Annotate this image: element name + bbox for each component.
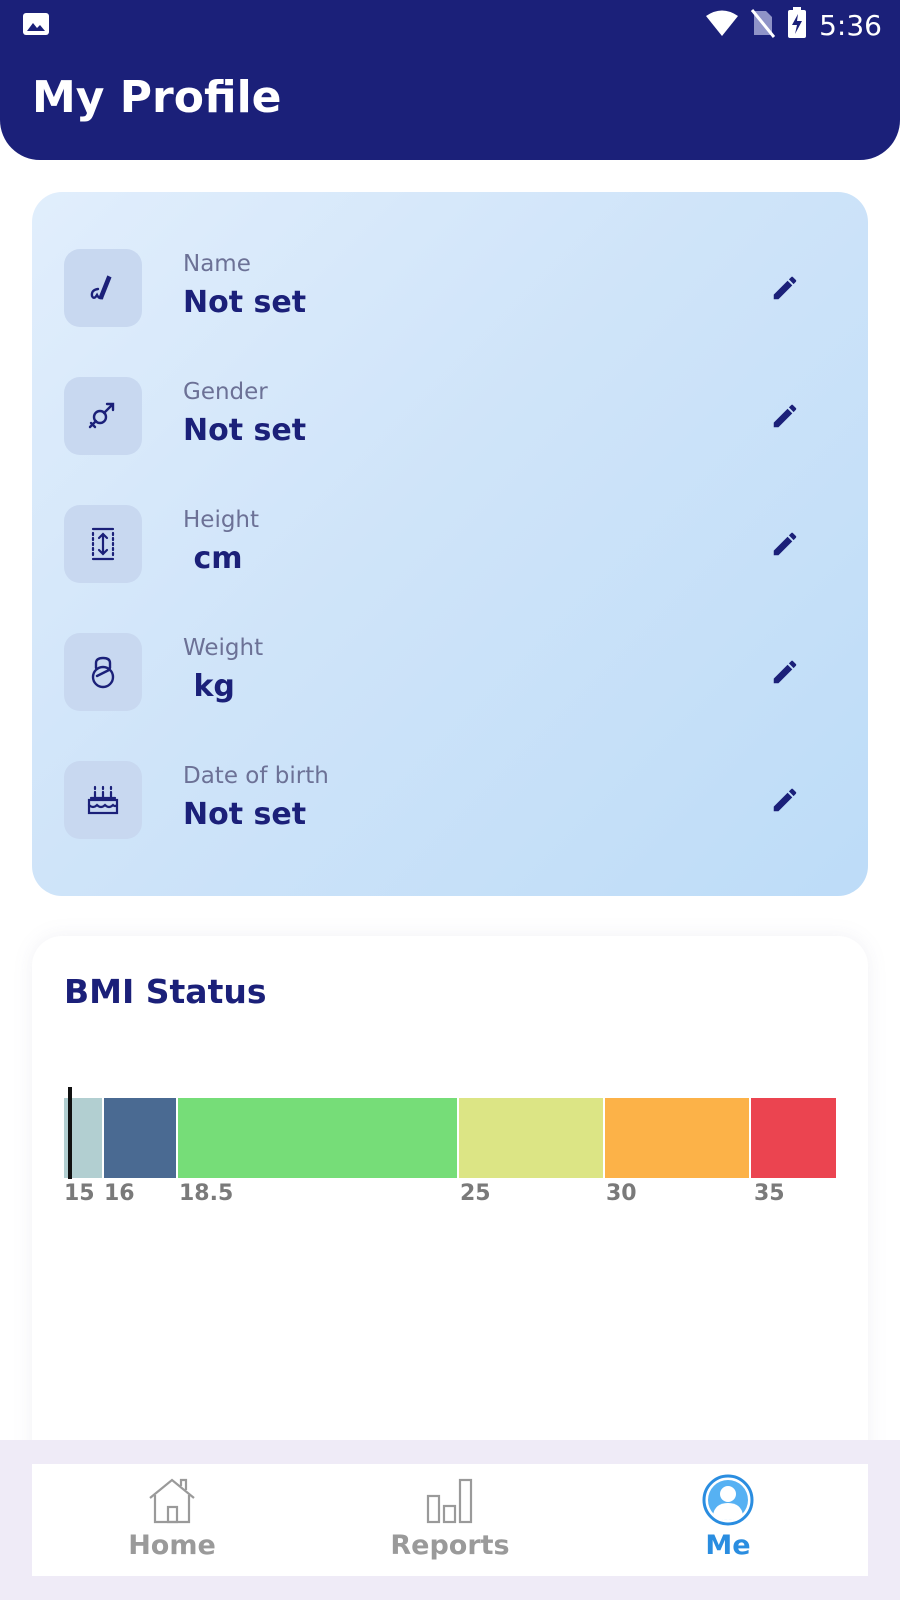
nav-item-me[interactable]: Me [628, 1464, 828, 1576]
field-label: Height [183, 507, 260, 533]
bottom-nav: Home Reports Me [32, 1464, 868, 1576]
field-label: Date of birth [183, 763, 329, 789]
field-value: Not set [183, 797, 307, 832]
bmi-segment-25-30 [459, 1098, 603, 1178]
edit-gender-button[interactable] [768, 399, 802, 433]
bmi-segment-16-18.5 [104, 1098, 176, 1178]
bmi-tick-label: 18.5 [179, 1181, 234, 1206]
gender-icon [64, 377, 142, 455]
nav-item-home[interactable]: Home [72, 1464, 272, 1576]
kettlebell-icon [64, 633, 142, 711]
page-title: My Profile [32, 72, 282, 123]
home-icon [144, 1472, 200, 1528]
pencil-icon [773, 788, 797, 812]
pencil-icon [773, 532, 797, 556]
bmi-indicator [68, 1087, 72, 1179]
height-icon [64, 505, 142, 583]
wifi-icon [705, 9, 739, 41]
profile-row-gender[interactable]: Gender Not set [32, 377, 868, 457]
bmi-segment-35-plus [751, 1098, 836, 1178]
bmi-tick-label: 35 [754, 1181, 785, 1206]
battery-charging-icon [787, 7, 807, 43]
profile-row-date-of-birth[interactable]: Date of birth Not set [32, 761, 868, 841]
field-value: Not set [183, 413, 307, 448]
field-label: Gender [183, 379, 268, 405]
nav-label: Home [128, 1530, 216, 1561]
profile-row-height[interactable]: Height cm [32, 505, 868, 585]
field-value: kg [183, 669, 235, 704]
field-value: cm [183, 541, 243, 576]
app-bar: 5:36 My Profile [0, 0, 900, 160]
bmi-tick-label: 15 [64, 1181, 95, 1206]
bmi-segment-30-35 [605, 1098, 749, 1178]
pencil-icon [773, 660, 797, 684]
profile-row-weight[interactable]: Weight kg [32, 633, 868, 713]
status-bar: 5:36 [0, 0, 900, 50]
profile-icon [700, 1472, 756, 1528]
edit-name-button[interactable] [768, 271, 802, 305]
edit-date-of-birth-button[interactable] [768, 783, 802, 817]
profile-row-name[interactable]: Name Not set [32, 249, 868, 329]
field-label: Weight [183, 635, 264, 661]
pencil-icon [773, 404, 797, 428]
birthday-cake-icon [64, 761, 142, 839]
signature-icon [64, 249, 142, 327]
edit-weight-button[interactable] [768, 655, 802, 689]
bar-chart-icon [422, 1472, 478, 1528]
bmi-tick-label: 30 [606, 1181, 637, 1206]
bmi-segment-18.5-25 [178, 1098, 457, 1178]
field-label: Name [183, 251, 251, 277]
bmi-scale-bar [64, 1098, 836, 1178]
bmi-title: BMI Status [64, 972, 267, 1011]
nav-item-reports[interactable]: Reports [350, 1464, 550, 1576]
nav-label: Me [705, 1530, 751, 1561]
profile-card: Name Not set Gender Not set Height cm We… [32, 192, 868, 896]
bmi-tick-label: 16 [104, 1181, 135, 1206]
bmi-tick-label: 25 [460, 1181, 491, 1206]
pencil-icon [773, 276, 797, 300]
status-time: 5:36 [819, 8, 882, 42]
edit-height-button[interactable] [768, 527, 802, 561]
image-notification-icon [22, 12, 50, 36]
nav-label: Reports [390, 1530, 510, 1561]
no-sim-icon [750, 8, 776, 42]
field-value: Not set [183, 285, 307, 320]
